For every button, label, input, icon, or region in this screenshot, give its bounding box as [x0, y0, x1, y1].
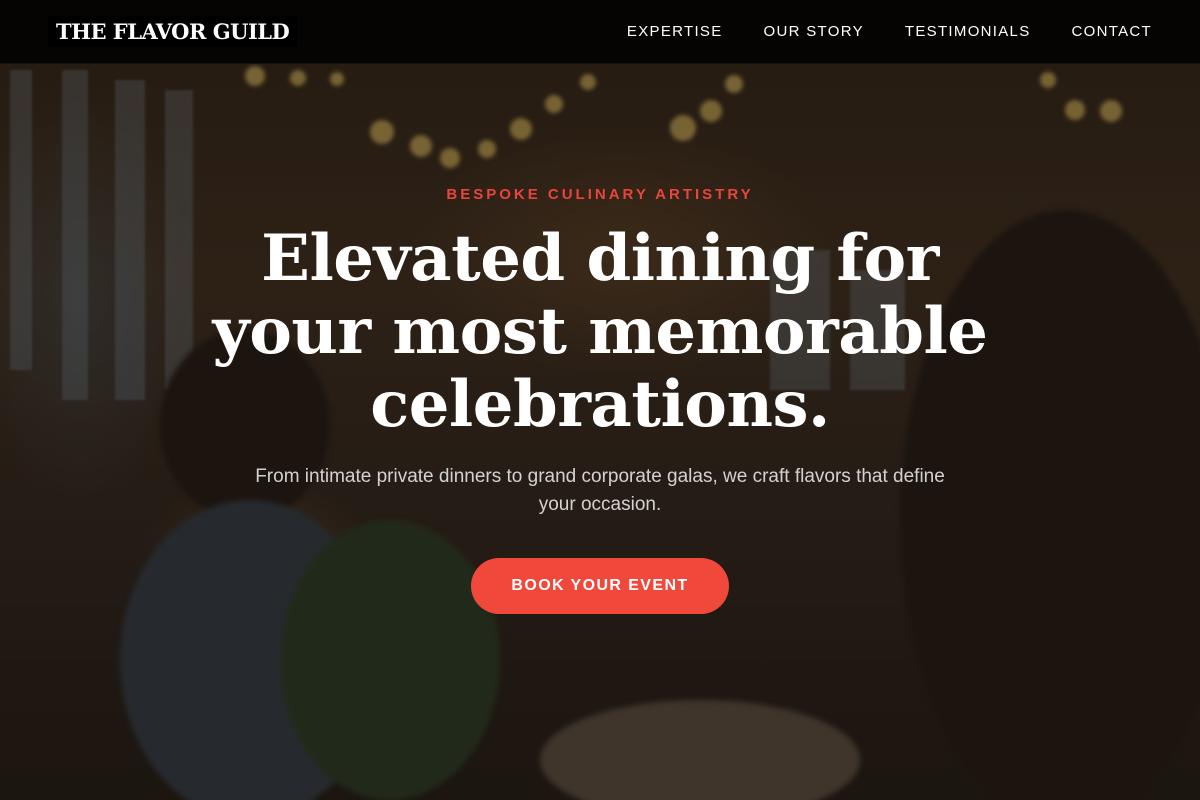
hero-subtext: From intimate private dinners to grand c…: [255, 466, 945, 515]
book-event-button[interactable]: BOOK YOUR EVENT: [471, 558, 729, 614]
hero-section: BESPOKE CULINARY ARTISTRY Elevated dinin…: [0, 0, 1200, 800]
hero-eyebrow: BESPOKE CULINARY ARTISTRY: [446, 186, 754, 203]
hero-headline: Elevated dining for your most memorable …: [212, 221, 989, 442]
